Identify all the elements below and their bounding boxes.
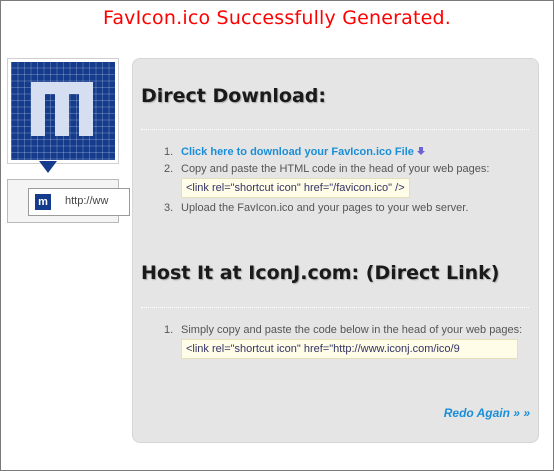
list-item: 2. Copy and paste the HTML code in the h… bbox=[164, 162, 531, 198]
divider bbox=[141, 129, 529, 130]
direct-link-code-snippet[interactable]: <link rel="shortcut icon" href="http://w… bbox=[181, 339, 518, 359]
list-item: 1. Simply copy and paste the code below … bbox=[164, 323, 526, 363]
favicon-preview bbox=[7, 58, 119, 164]
favicon-pixel-grid bbox=[11, 62, 115, 160]
preview-pointer bbox=[39, 161, 57, 173]
direct-download-title: Direct Download: bbox=[141, 85, 326, 107]
address-bar-preview: m http://ww bbox=[7, 179, 130, 223]
redo-again-link[interactable]: Redo Again » » bbox=[444, 406, 530, 420]
host-title: Host It at IconJ.com: (Direct Link) bbox=[141, 262, 500, 284]
download-arrow-icon[interactable] bbox=[416, 146, 425, 155]
step-text: Copy and paste the HTML code in the head… bbox=[181, 163, 490, 175]
step-text: Simply copy and paste the code below in … bbox=[181, 324, 523, 336]
html-code-snippet[interactable]: <link rel="shortcut icon" href="/favicon… bbox=[181, 178, 410, 198]
address-field: m http://ww bbox=[28, 188, 130, 216]
favicon-small-icon: m bbox=[35, 194, 51, 210]
address-text: http://ww bbox=[65, 195, 109, 207]
list-item: 1. Click here to download your FavIcon.i… bbox=[164, 145, 531, 159]
page-headline: FavIcon.ico Successfully Generated. bbox=[102, 7, 452, 29]
favicon-m-glyph bbox=[31, 82, 93, 136]
host-steps: 1. Simply copy and paste the code below … bbox=[164, 323, 526, 363]
page-frame: FavIcon.ico Successfully Generated. m ht… bbox=[0, 0, 554, 471]
direct-download-steps: 1. Click here to download your FavIcon.i… bbox=[164, 145, 531, 215]
instructions-panel: Direct Download: 1. Click here to downlo… bbox=[132, 58, 539, 443]
step-text: Upload the FavIcon.ico and your pages to… bbox=[181, 202, 469, 214]
download-favicon-link[interactable]: Click here to download your FavIcon.ico … bbox=[181, 146, 414, 158]
list-item: 3. Upload the FavIcon.ico and your pages… bbox=[164, 202, 469, 214]
divider bbox=[141, 307, 529, 308]
